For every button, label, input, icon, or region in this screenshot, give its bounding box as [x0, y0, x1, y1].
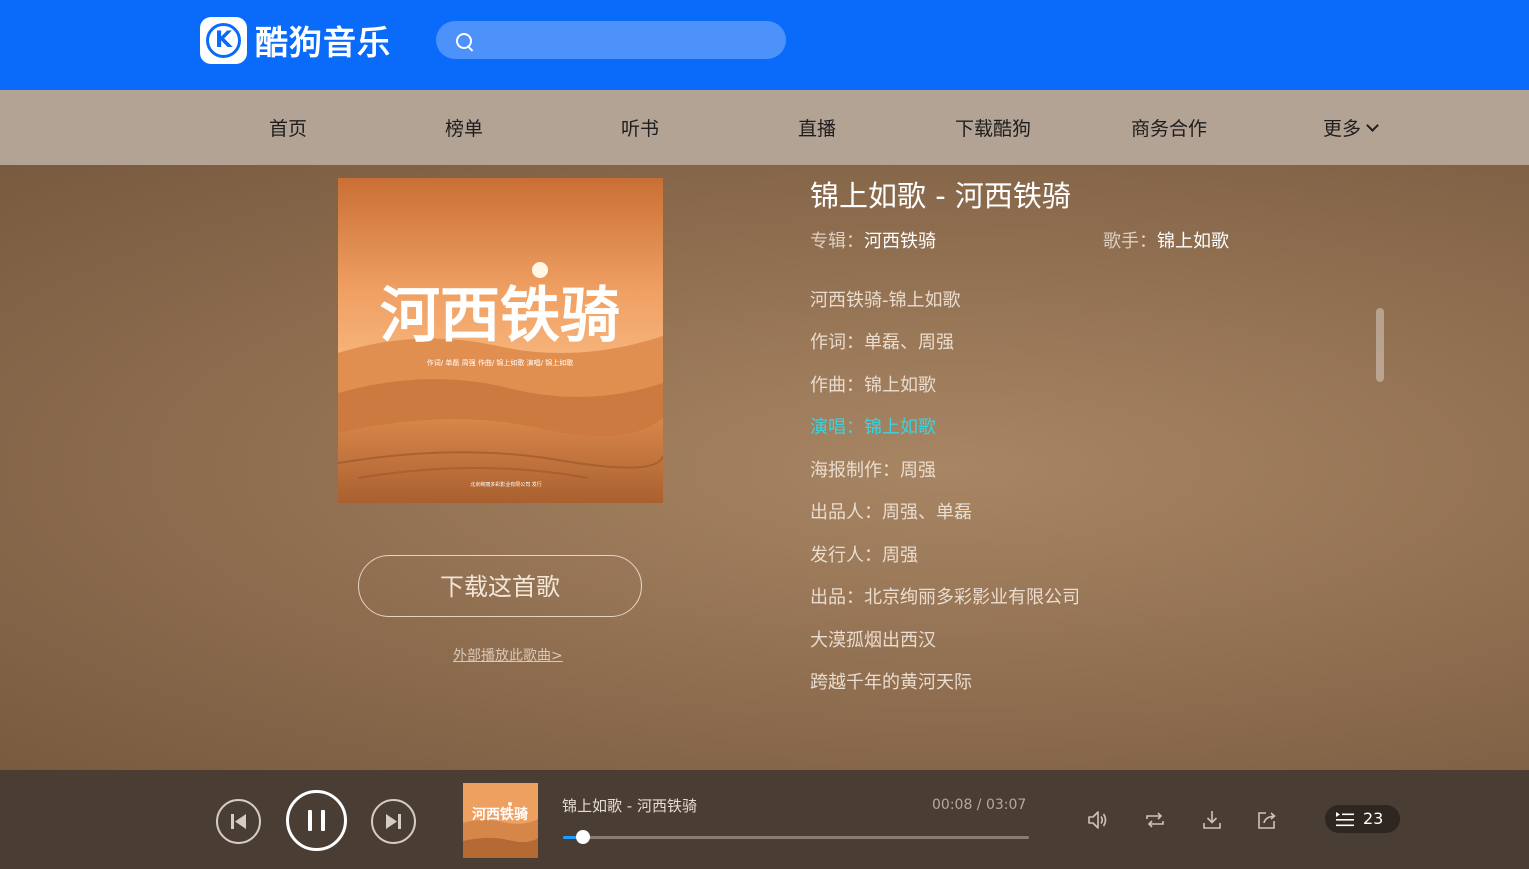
lyric-line: 出品人：周强、单磊 [810, 502, 972, 523]
lyric-line: 海报制作：周强 [810, 460, 936, 481]
album-label: 专辑： [810, 231, 864, 252]
previous-icon [231, 814, 246, 829]
next-icon [386, 814, 401, 829]
progress-bar[interactable] [563, 830, 1029, 844]
share-icon[interactable] [1255, 808, 1279, 832]
album-cover-art: 河西铁骑 作词/ 单磊 周强 作曲/ 锦上如歌 演唱/ 锦上如歌 北京绚丽多彩影… [338, 178, 663, 503]
lyric-line-active: 演唱：锦上如歌 [810, 417, 936, 438]
mini-cover-title: 河西铁骑 [472, 806, 528, 823]
nav-home[interactable]: 首页 [228, 90, 348, 165]
search-input[interactable] [484, 21, 778, 61]
kugou-logo[interactable]: K 酷狗音乐 [200, 16, 391, 64]
playback-time: 00:08 / 03:07 [932, 797, 1027, 813]
pause-button[interactable] [286, 790, 347, 851]
album-cover: 河西铁骑 作词/ 单磊 周强 作曲/ 锦上如歌 演唱/ 锦上如歌 北京绚丽多彩影… [338, 178, 663, 503]
lyric-line: 出品：北京绚丽多彩影业有限公司 [810, 587, 1080, 608]
repeat-icon[interactable] [1143, 808, 1167, 832]
download-icon[interactable] [1200, 808, 1224, 832]
progress-knob[interactable] [576, 830, 591, 844]
playlist-count: 23 [1363, 809, 1384, 828]
previous-button[interactable] [216, 799, 261, 844]
singer-label: 歌手： [1103, 231, 1157, 252]
lyric-line: 大漠孤烟出西汉 [810, 630, 936, 651]
lyrics-scrollbar[interactable] [1376, 308, 1384, 382]
album-link[interactable]: 河西铁骑 [864, 231, 936, 252]
player-bar: 河西铁骑 锦上如歌 - 河西铁骑 00:08 / 03:07 23 [0, 770, 1529, 869]
main-nav: 首页 榜单 听书 直播 下载酷狗 商务合作 更多 [0, 90, 1529, 165]
nav-download-kugou[interactable]: 下载酷狗 [933, 90, 1053, 165]
external-play-link[interactable]: 外部播放此歌曲> [453, 645, 563, 665]
next-button[interactable] [371, 799, 416, 844]
lyric-line: 河西铁骑-锦上如歌 [810, 290, 961, 311]
mini-album-cover-art: 河西铁骑 [463, 783, 538, 858]
pause-icon [308, 810, 325, 831]
lyric-line: 作词：单磊、周强 [810, 332, 954, 353]
lyric-line: 跨越千年的黄河天际 [810, 672, 972, 693]
nav-live[interactable]: 直播 [757, 90, 877, 165]
song-title: 锦上如歌 - 河西铁骑 [810, 179, 1071, 213]
cover-credits: 作词/ 单磊 周强 作曲/ 锦上如歌 演唱/ 锦上如歌 [427, 358, 573, 367]
logo-text: 酷狗音乐 [255, 23, 391, 62]
nav-audiobooks[interactable]: 听书 [580, 90, 700, 165]
chevron-down-icon [1366, 119, 1379, 132]
search-box[interactable] [436, 21, 786, 61]
lyric-line: 发行人：周强 [810, 545, 918, 566]
lyric-line: 作曲：锦上如歌 [810, 375, 936, 396]
nav-more-label: 更多 [1322, 118, 1361, 140]
singer-info: 歌手：锦上如歌 [1103, 227, 1229, 253]
singer-link[interactable]: 锦上如歌 [1157, 231, 1229, 252]
kugou-logo-icon: K [200, 16, 247, 64]
cover-title-text: 河西铁骑 [380, 281, 620, 351]
volume-icon[interactable] [1086, 808, 1110, 832]
album-info: 专辑：河西铁骑 [810, 227, 936, 253]
nav-more[interactable]: 更多 [1290, 90, 1410, 165]
mini-album-cover[interactable]: 河西铁骑 [463, 783, 538, 858]
search-icon[interactable] [456, 33, 472, 49]
now-playing-title: 锦上如歌 - 河西铁骑 [562, 797, 697, 815]
nav-charts[interactable]: 榜单 [404, 90, 524, 165]
nav-business[interactable]: 商务合作 [1109, 90, 1229, 165]
song-detail: 河西铁骑 作词/ 单磊 周强 作曲/ 锦上如歌 演唱/ 锦上如歌 北京绚丽多彩影… [0, 165, 1529, 770]
playlist-icon [1336, 812, 1354, 827]
cover-publisher: 北京绚丽多彩影业有限公司 发行 [470, 481, 542, 488]
download-song-button[interactable]: 下载这首歌 [358, 555, 642, 617]
playlist-button[interactable]: 23 [1325, 805, 1400, 833]
top-header: K 酷狗音乐 [0, 0, 1529, 90]
